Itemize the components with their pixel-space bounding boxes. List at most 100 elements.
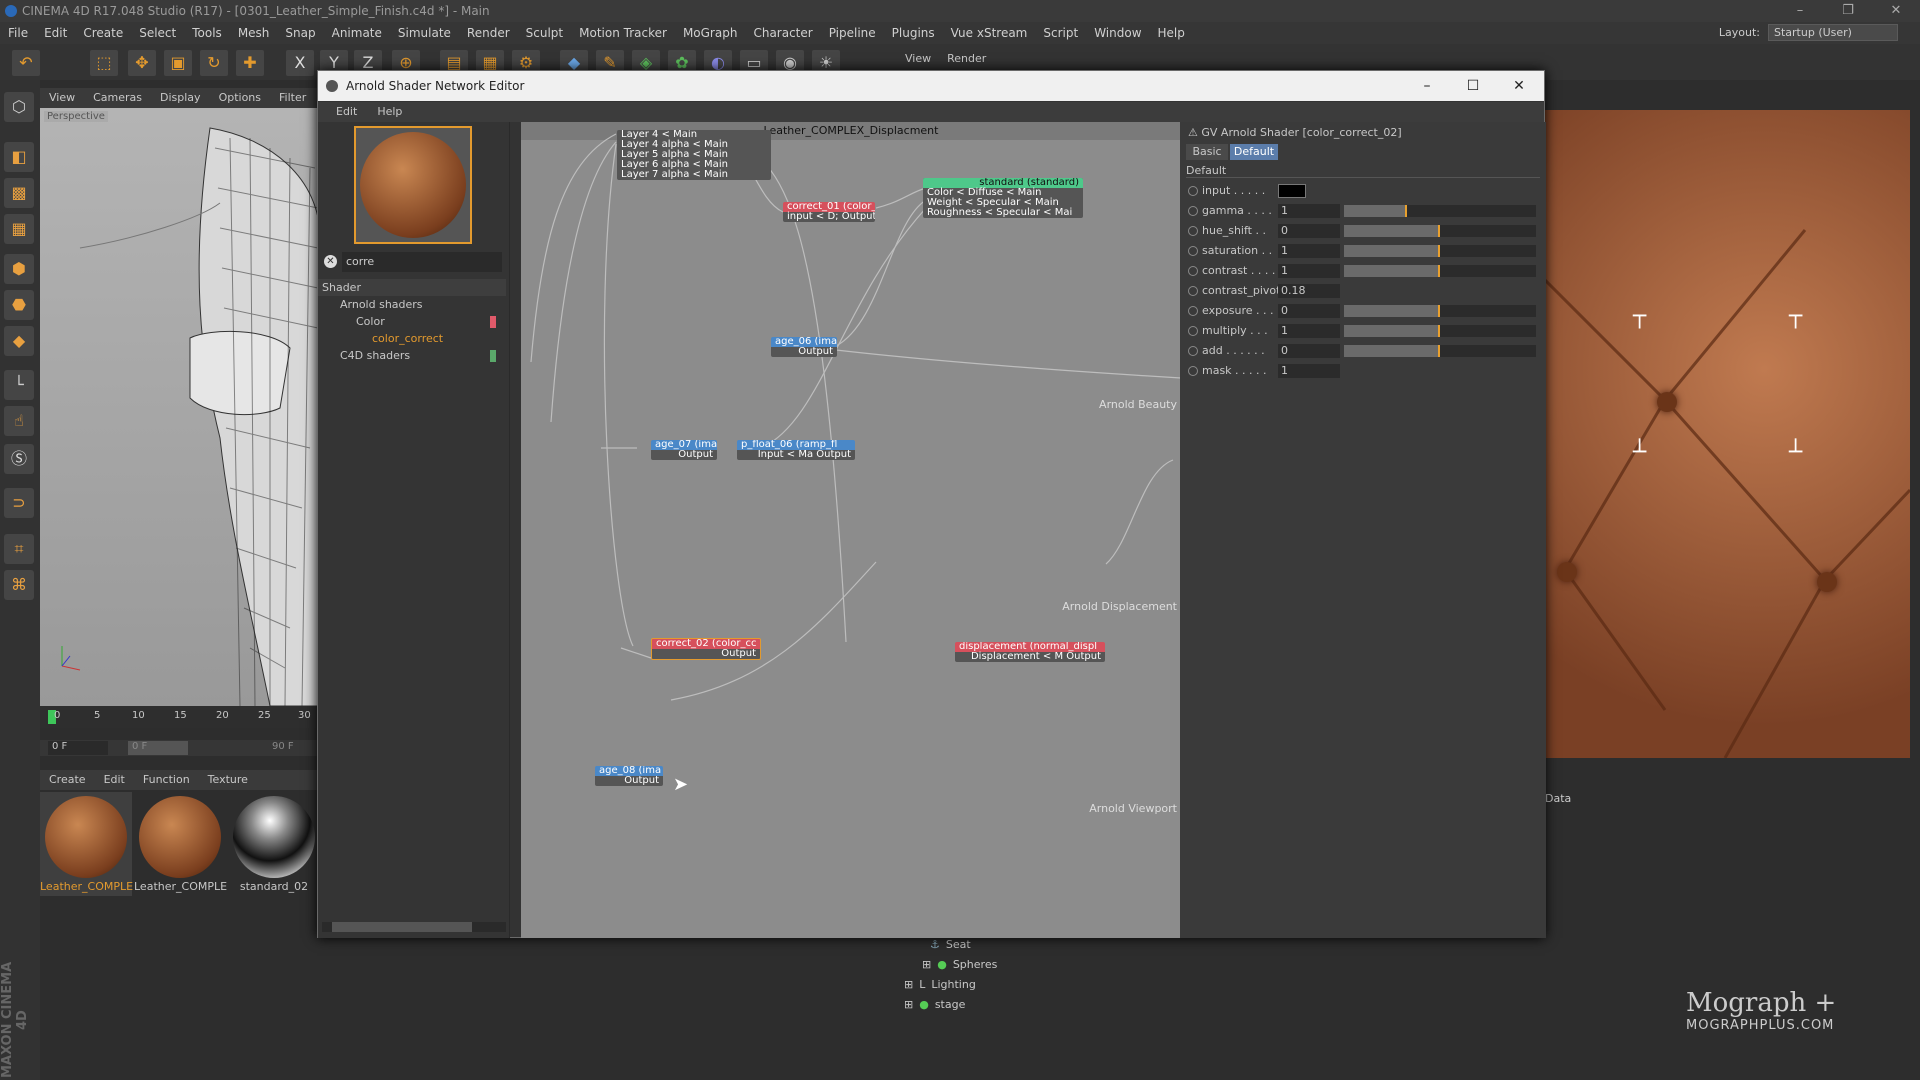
expand-icon[interactable]: ⊞ bbox=[922, 955, 931, 975]
material-swatch-leather-1[interactable]: Leather_COMPLE bbox=[40, 792, 133, 896]
object-row-spheres[interactable]: ⊞ ● Spheres bbox=[900, 955, 1400, 975]
attribute-value-field[interactable]: 1 bbox=[1278, 244, 1340, 258]
menu-plugins[interactable]: Plugins bbox=[884, 22, 943, 44]
menu-motion-tracker[interactable]: Motion Tracker bbox=[571, 22, 675, 44]
shader-menu-help[interactable]: Help bbox=[367, 102, 412, 122]
maximize-icon[interactable]: ☐ bbox=[1450, 71, 1496, 101]
menu-mesh[interactable]: Mesh bbox=[230, 22, 278, 44]
attribute-slider[interactable] bbox=[1344, 265, 1536, 277]
attribute-value-field[interactable]: 0 bbox=[1278, 224, 1340, 238]
range-start[interactable]: 0 F bbox=[128, 741, 188, 755]
texture-mode-icon[interactable]: ▩ bbox=[4, 178, 34, 208]
attribute-value-field[interactable]: 0.18 bbox=[1278, 284, 1340, 298]
menu-render-view[interactable]: Render bbox=[947, 52, 986, 65]
menu-view[interactable]: View bbox=[905, 52, 931, 65]
viewport-menu-display[interactable]: Display bbox=[151, 88, 210, 108]
viewport-menu-options[interactable]: Options bbox=[210, 88, 270, 108]
snap-icon[interactable]: Ⓢ bbox=[4, 444, 34, 474]
animate-toggle-icon[interactable] bbox=[1188, 286, 1198, 296]
menu-sculpt[interactable]: Sculpt bbox=[518, 22, 571, 44]
color-correct-01-node[interactable]: correct_01 (color_cc input < D; Output bbox=[783, 202, 875, 222]
horizontal-scrollbar[interactable] bbox=[322, 922, 506, 932]
animate-toggle-icon[interactable] bbox=[1188, 306, 1198, 316]
menu-select[interactable]: Select bbox=[131, 22, 184, 44]
image-07-node[interactable]: age_07 (ima Output bbox=[651, 440, 717, 460]
data-tab[interactable]: Data bbox=[1545, 792, 1571, 805]
animate-toggle-icon[interactable] bbox=[1188, 246, 1198, 256]
scale-icon[interactable]: ▣ bbox=[164, 50, 192, 76]
shader-search-input[interactable]: corre bbox=[342, 252, 502, 272]
menu-script[interactable]: Script bbox=[1035, 22, 1086, 44]
menu-tools[interactable]: Tools bbox=[184, 22, 230, 44]
node-graph-canvas[interactable]: Leather_COMPLEX_Displacment Layer 4 < Ma… bbox=[521, 122, 1181, 938]
close-icon[interactable]: ✕ bbox=[1876, 0, 1916, 22]
image-08-node[interactable]: age_08 (ima Output bbox=[595, 766, 663, 786]
clear-search-icon[interactable]: ✕ bbox=[324, 255, 337, 268]
animate-toggle-icon[interactable] bbox=[1188, 266, 1198, 276]
menu-edit[interactable]: Edit bbox=[36, 22, 75, 44]
close-icon[interactable]: ✕ bbox=[1496, 71, 1542, 101]
axis-mode-icon[interactable]: └ bbox=[4, 370, 34, 400]
attribute-value-field[interactable]: 0 bbox=[1278, 344, 1340, 358]
animate-toggle-icon[interactable] bbox=[1188, 346, 1198, 356]
material-swatch-leather-2[interactable]: Leather_COMPLE bbox=[134, 792, 227, 896]
menu-mograph[interactable]: MoGraph bbox=[675, 22, 746, 44]
tab-default[interactable]: Default bbox=[1230, 144, 1278, 160]
attribute-value-field[interactable]: 1 bbox=[1278, 324, 1340, 338]
expand-icon[interactable]: ⊞ bbox=[904, 995, 913, 1015]
layout-dropdown[interactable]: Startup (User) bbox=[1768, 24, 1898, 41]
arnold-viewport-port[interactable]: Arnold Viewport bbox=[1089, 802, 1177, 815]
object-row-lighting[interactable]: ⊞ L Lighting bbox=[900, 975, 1400, 995]
menu-animate[interactable]: Animate bbox=[324, 22, 390, 44]
minimize-icon[interactable]: – bbox=[1404, 71, 1450, 101]
tree-root-shader[interactable]: Shader bbox=[318, 279, 506, 296]
menu-window[interactable]: Window bbox=[1086, 22, 1149, 44]
material-menu-create[interactable]: Create bbox=[40, 770, 95, 790]
restore-icon[interactable]: ❐ bbox=[1828, 0, 1868, 22]
render-viewport[interactable]: ┬ ┬ ┴ ┴ bbox=[1545, 110, 1910, 758]
menu-character[interactable]: Character bbox=[745, 22, 820, 44]
attribute-value-field[interactable]: 1 bbox=[1278, 264, 1340, 278]
menu-snap[interactable]: Snap bbox=[277, 22, 323, 44]
menu-simulate[interactable]: Simulate bbox=[390, 22, 459, 44]
attribute-value-field[interactable] bbox=[1278, 184, 1306, 198]
rotate-icon[interactable]: ↻ bbox=[200, 50, 228, 76]
viewport-menu-view[interactable]: View bbox=[40, 88, 84, 108]
menu-pipeline[interactable]: Pipeline bbox=[821, 22, 884, 44]
layer-node[interactable]: Layer 4 < Main Layer 4 alpha < Main Laye… bbox=[617, 130, 771, 180]
material-menu-function[interactable]: Function bbox=[134, 770, 199, 790]
viewport-menu-cameras[interactable]: Cameras bbox=[84, 88, 151, 108]
edges-mode-icon[interactable]: ⬣ bbox=[4, 290, 34, 320]
animate-toggle-icon[interactable] bbox=[1188, 366, 1198, 376]
shader-menu-edit[interactable]: Edit bbox=[326, 102, 367, 122]
workplane-icon[interactable]: ▦ bbox=[4, 214, 34, 244]
points-mode-icon[interactable]: ⬢ bbox=[4, 254, 34, 284]
standard-node[interactable]: standard (standard) Color < Diffuse < Ma… bbox=[923, 178, 1083, 218]
add-icon[interactable]: ✚ bbox=[236, 50, 264, 76]
attribute-slider[interactable] bbox=[1344, 225, 1536, 237]
attribute-value-field[interactable]: 1 bbox=[1278, 364, 1340, 378]
x-axis-icon[interactable]: X bbox=[286, 50, 314, 76]
expand-icon[interactable]: ⊞ bbox=[904, 975, 913, 995]
animate-toggle-icon[interactable] bbox=[1188, 206, 1198, 216]
tree-arnold-shaders[interactable]: Arnold shaders bbox=[318, 296, 506, 313]
range-end[interactable]: 90 F bbox=[272, 741, 294, 752]
attribute-value-field[interactable]: 1 bbox=[1278, 204, 1340, 218]
tree-c4d-shaders[interactable]: C4D shaders bbox=[318, 347, 506, 364]
tree-color-correct[interactable]: color_correct bbox=[318, 330, 506, 347]
model-mode-icon[interactable]: ◧ bbox=[4, 142, 34, 172]
perspective-viewport[interactable]: Perspective bbox=[40, 108, 320, 706]
current-frame-field[interactable]: 0 F bbox=[48, 741, 108, 755]
menu-vue-xstream[interactable]: Vue xStream bbox=[943, 22, 1036, 44]
material-menu-texture[interactable]: Texture bbox=[199, 770, 257, 790]
arnold-displacement-port[interactable]: Arnold Displacement bbox=[1062, 600, 1177, 613]
polygons-mode-icon[interactable]: ◆ bbox=[4, 326, 34, 356]
undo-icon[interactable]: ↶ bbox=[12, 50, 40, 76]
animate-toggle-icon[interactable] bbox=[1188, 326, 1198, 336]
magnet-icon[interactable]: ⊃ bbox=[4, 488, 34, 518]
menu-render[interactable]: Render bbox=[459, 22, 518, 44]
displacement-node[interactable]: displacement (normal_displ Displacement … bbox=[955, 642, 1105, 662]
menu-help[interactable]: Help bbox=[1150, 22, 1193, 44]
material-menu-edit[interactable]: Edit bbox=[95, 770, 134, 790]
tweak-icon[interactable]: ☝ bbox=[4, 406, 34, 436]
